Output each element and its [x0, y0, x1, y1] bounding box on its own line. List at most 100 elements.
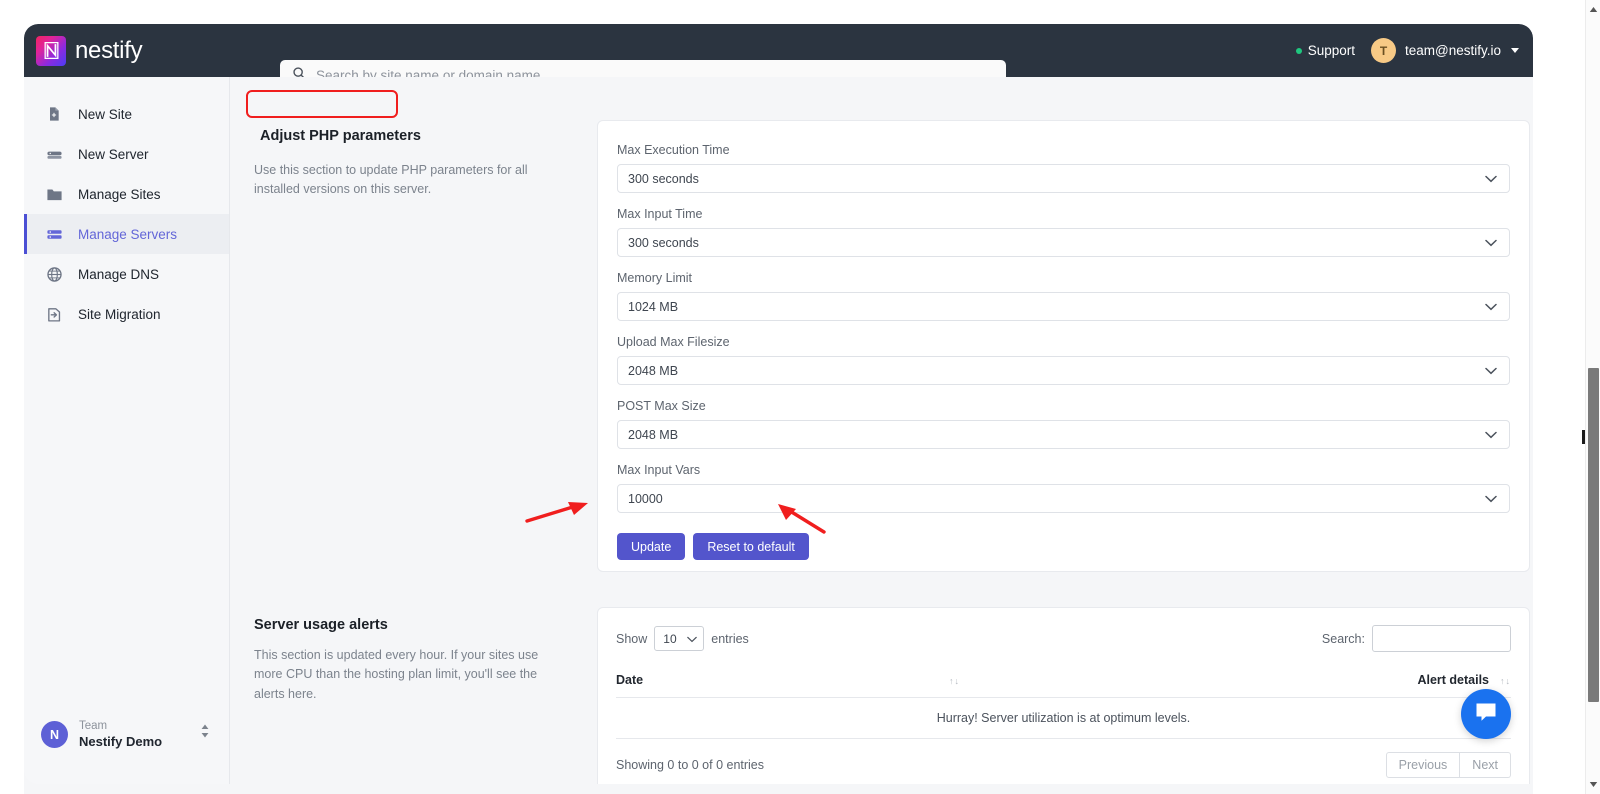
select-memory-limit[interactable]: 1024 MB — [617, 292, 1510, 321]
up-down-chevron-icon[interactable] — [200, 723, 210, 739]
chat-widget-button[interactable] — [1461, 689, 1511, 739]
entries-label: entries — [711, 631, 749, 646]
select-value: 2048 MB — [628, 363, 679, 378]
header-right-group: Support T team@nestify.io — [1295, 24, 1519, 77]
php-section-info: Adjust PHP parameters Use this section t… — [254, 124, 554, 200]
column-header-date[interactable]: Date ↑↓ — [616, 673, 1064, 698]
empty-state-message: Hurray! Server utilization is at optimum… — [616, 697, 1511, 739]
search-label: Search: — [1321, 631, 1365, 646]
table-search-control: Search: — [1322, 625, 1511, 652]
folder-icon — [45, 185, 63, 203]
table-header-row: Date ↑↓ Alert details ↑↓ — [616, 673, 1511, 698]
php-section-description: Use this section to update PHP parameter… — [254, 163, 528, 197]
support-label: Support — [1307, 43, 1355, 58]
sidebar-item-manage-dns[interactable]: Manage DNS — [24, 254, 229, 294]
sidebar-item-label: Manage Servers — [78, 226, 178, 242]
server-icon — [45, 145, 63, 163]
previous-page-button[interactable]: Previous — [1385, 752, 1461, 778]
page-title: Adjust PHP parameters — [260, 128, 421, 144]
browser-scrollbar[interactable] — [1585, 0, 1600, 794]
team-switcher-block[interactable]: N Team Nestify Demo — [24, 719, 230, 750]
team-avatar: N — [41, 721, 68, 749]
scroll-down-arrow-icon[interactable] — [1586, 777, 1600, 792]
sort-updown-icon[interactable]: ↑↓ — [1500, 676, 1511, 686]
select-value: 300 seconds — [628, 235, 699, 250]
sidebar-item-label: Manage DNS — [78, 266, 160, 282]
brand-name: nestify — [75, 36, 143, 64]
sidebar-item-new-site[interactable]: New Site — [24, 94, 229, 134]
column-label: Alert details — [1417, 673, 1489, 687]
sidebar-item-label: New Server — [78, 146, 149, 162]
sidebar-item-label: New Site — [78, 106, 133, 122]
chat-bubble-icon — [1473, 699, 1499, 730]
field-max-execution-time: Max Execution Time 300 seconds — [617, 143, 1510, 193]
sidebar-item-manage-sites[interactable]: Manage Sites — [24, 174, 229, 214]
alerts-section-title: Server usage alerts — [254, 617, 388, 633]
field-label: Upload Max Filesize — [617, 335, 730, 349]
avatar: T — [1371, 38, 1396, 63]
next-page-button[interactable]: Next — [1460, 752, 1511, 778]
sort-updown-icon[interactable]: ↑↓ — [949, 676, 960, 686]
update-button[interactable]: Update — [617, 533, 686, 560]
support-link[interactable]: Support — [1295, 43, 1355, 58]
servers-stack-icon — [45, 225, 63, 243]
field-label: Max Input Vars — [617, 463, 701, 477]
select-value: 2048 MB — [628, 427, 679, 442]
user-email: team@nestify.io — [1405, 43, 1501, 58]
field-label: Memory Limit — [617, 271, 693, 285]
alerts-table: Date ↑↓ Alert details ↑↓ Hurray! Server … — [616, 673, 1511, 739]
text-cursor-caret — [1582, 430, 1585, 444]
reset-to-default-button[interactable]: Reset to default — [693, 533, 809, 560]
table-search-input[interactable] — [1372, 625, 1511, 652]
chevron-down-icon — [1485, 234, 1497, 252]
select-post-max-size[interactable]: 2048 MB — [617, 420, 1510, 449]
team-text: Team Nestify Demo — [79, 719, 162, 750]
caret-down-icon — [1511, 48, 1519, 53]
server-usage-alerts-card: Show 10 entries Search: Date ↑↓ Alert de… — [597, 607, 1530, 784]
show-label: Show — [616, 631, 648, 646]
showing-entries-text: Showing 0 to 0 of 0 entries — [616, 758, 765, 772]
alerts-table-head: Date ↑↓ Alert details ↑↓ — [616, 673, 1511, 698]
chevron-down-icon — [1485, 490, 1497, 508]
scrollbar-thumb[interactable] — [1588, 368, 1599, 702]
select-max-execution-time[interactable]: 300 seconds — [617, 164, 1510, 193]
page-length-value: 10 — [663, 631, 677, 646]
chevron-down-icon — [1485, 426, 1497, 444]
page-shell: nestify Support T team@nest — [24, 24, 1533, 794]
field-post-max-size: POST Max Size 2048 MB — [617, 399, 1510, 449]
team-name: Nestify Demo — [79, 733, 163, 749]
alerts-table-controls: Show 10 entries Search: — [616, 625, 1511, 652]
table-row: Hurray! Server utilization is at optimum… — [616, 697, 1511, 739]
chevron-down-icon — [1485, 362, 1497, 380]
select-upload-max-filesize[interactable]: 2048 MB — [617, 356, 1510, 385]
alerts-table-body: Hurray! Server utilization is at optimum… — [616, 697, 1511, 739]
file-plus-icon — [45, 105, 63, 123]
user-menu[interactable]: T team@nestify.io — [1371, 38, 1519, 63]
column-label: Date — [616, 673, 644, 687]
page-length-control: Show 10 entries — [616, 626, 749, 651]
brand-logo[interactable]: nestify — [36, 35, 143, 66]
select-value: 10000 — [628, 491, 663, 506]
select-value: 1024 MB — [628, 299, 679, 314]
select-value: 300 seconds — [628, 171, 699, 186]
chevron-down-icon — [1485, 170, 1497, 188]
chevron-down-icon — [687, 632, 698, 646]
page-length-select[interactable]: 10 — [654, 626, 705, 651]
sidebar-item-manage-servers[interactable]: Manage Servers — [24, 214, 229, 254]
sidebar-item-site-migration[interactable]: Site Migration — [24, 294, 229, 334]
field-label: Max Execution Time — [617, 143, 730, 157]
support-status-dot-icon — [1295, 47, 1302, 54]
field-max-input-vars: Max Input Vars 10000 — [617, 463, 1510, 513]
alerts-section-description: This section is updated every hour. If y… — [254, 648, 539, 701]
app-root: nestify Support T team@nest — [0, 0, 1600, 794]
nestify-logo-icon — [36, 35, 66, 66]
select-max-input-time[interactable]: 300 seconds — [617, 228, 1510, 257]
field-label: POST Max Size — [617, 399, 706, 413]
select-max-input-vars[interactable]: 10000 — [617, 484, 1510, 513]
field-upload-max-filesize: Upload Max Filesize 2048 MB — [617, 335, 1510, 385]
sidebar-item-new-server[interactable]: New Server — [24, 134, 229, 174]
pagination: Previous Next — [1385, 752, 1511, 778]
scroll-up-arrow-icon[interactable] — [1586, 2, 1600, 17]
column-header-alert-details[interactable]: Alert details ↑↓ — [1063, 673, 1511, 698]
field-max-input-time: Max Input Time 300 seconds — [617, 207, 1510, 257]
